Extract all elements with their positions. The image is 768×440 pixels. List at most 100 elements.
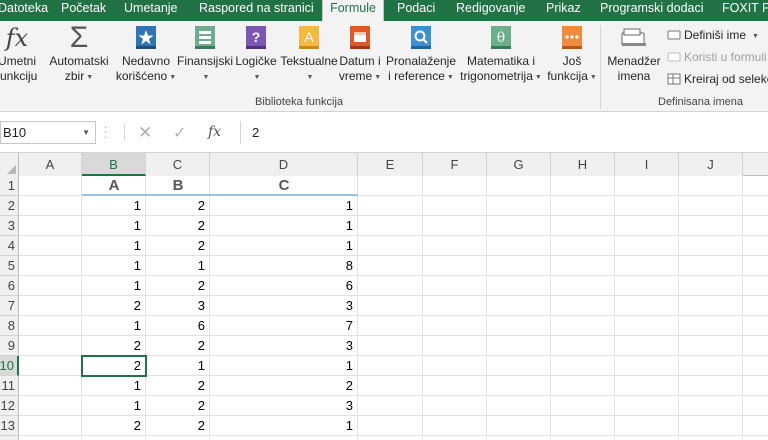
row-header-2[interactable]: 2 [0,196,19,216]
table-cell[interactable]: 2 [146,396,210,416]
tab-programski-dodaci[interactable]: Programski dodaci [600,0,704,21]
table-cell[interactable]: 1 [82,216,146,236]
chevron-down-icon[interactable]: ▼ [82,122,90,143]
name-box[interactable]: B10 ▼ [0,121,96,144]
tab-redigovanje[interactable]: Redigovanje [456,0,526,21]
table-header-cell[interactable]: B [146,176,210,196]
math-trig-button[interactable]: θ Matematika i trigonometrija ▼ [458,25,544,85]
tab-foxit[interactable]: FOXIT PI [722,0,768,21]
table-cell[interactable]: 1 [210,416,358,436]
more-functions-button[interactable]: Još funkcija ▼ [546,25,598,85]
recently-used-button[interactable]: Nedavno korišćeno ▼ [115,25,177,85]
column-header-d[interactable]: D [210,153,358,176]
row-header-7[interactable]: 7 [0,296,19,316]
row-header-5[interactable]: 5 [0,256,19,276]
table-cell[interactable]: 2 [82,416,146,436]
column-header-a[interactable]: A [19,153,82,176]
column-header-j[interactable]: J [679,153,743,176]
tab-datoteka[interactable]: Datoteka [0,0,50,21]
row-header-10[interactable]: 10 [0,356,19,376]
define-name-button[interactable]: Definiši ime ▼ [667,27,759,45]
autosum-button[interactable]: Σ Automatski zbir ▼ [47,23,111,85]
formula-input[interactable]: 2 [240,121,768,144]
math-trig-label: Matematika i [466,54,536,68]
row-header-14[interactable]: 14 [0,436,19,440]
table-cell[interactable]: 1 [82,436,146,440]
table-header-cell[interactable]: C [210,176,358,196]
select-all-corner[interactable] [0,153,19,176]
table-cell[interactable]: 2 [82,296,146,316]
table-cell[interactable]: 3 [146,296,210,316]
table-cell[interactable]: 1 [82,276,146,296]
column-header-e[interactable]: E [358,153,423,176]
resize-handle-icon[interactable]: · · · [104,123,108,143]
table-header-cell[interactable]: A [82,176,146,196]
column-header-g[interactable]: G [487,153,551,176]
table-cell[interactable]: 6 [210,276,358,296]
tab-formule[interactable]: Formule [322,0,384,22]
table-cell[interactable]: 8 [210,256,358,276]
table-cell[interactable]: 1 [82,316,146,336]
row-header-8[interactable]: 8 [0,316,19,336]
insert-function-fx-icon[interactable]: fx [208,124,221,140]
lookup-reference-button[interactable]: Pronalaženje i reference ▼ [384,25,458,85]
table-cell[interactable]: 2 [82,336,146,356]
table-cell[interactable]: 1 [210,236,358,256]
chevron-down-icon: ▼ [374,74,382,81]
table-cell[interactable]: 2 [146,196,210,216]
table-cell[interactable]: 1 [210,356,358,376]
tab-raspored-na-stranici[interactable]: Raspored na stranici [199,0,314,21]
table-cell[interactable]: 2 [146,216,210,236]
tab-prikaz[interactable]: Prikaz [546,0,582,21]
column-header-f[interactable]: F [423,153,487,176]
column-header-c[interactable]: C [146,153,210,176]
financial-button[interactable]: Finansijski ▼ [177,25,233,85]
cancel-icon[interactable]: ✕ [138,123,152,143]
enter-check-icon[interactable]: ✓ [173,123,186,143]
table-cell[interactable]: 2 [146,276,210,296]
row-header-1[interactable]: 1 [0,176,19,196]
spreadsheet-grid[interactable]: ABCDEFGHIJ1ABC21213121412151186126723381… [0,153,768,440]
row-header-6[interactable]: 6 [0,276,19,296]
table-cell[interactable]: 1 [210,436,358,440]
tab-umetanje[interactable]: Umetanje [124,0,180,21]
row-header-13[interactable]: 13 [0,416,19,436]
row-header-12[interactable]: 12 [0,396,19,416]
table-cell[interactable]: 1 [82,196,146,216]
table-cell[interactable]: 3 [210,336,358,356]
table-cell[interactable]: 7 [210,316,358,336]
column-header-b[interactable]: B [82,153,146,176]
row-header-11[interactable]: 11 [0,376,19,396]
table-cell[interactable]: 3 [210,296,358,316]
text-button[interactable]: A Tekstualne ▼ [280,25,338,85]
table-cell[interactable]: 1 [82,256,146,276]
logical-button[interactable]: ? Logičke ▼ [233,25,279,85]
use-in-formula-button[interactable]: Koristi u formuli [667,49,767,65]
table-cell[interactable]: 2 [146,376,210,396]
row-header-9[interactable]: 9 [0,336,19,356]
column-header-i[interactable]: I [615,153,679,176]
insert-function-button[interactable]: fx Umetni funkciju [0,25,38,84]
table-cell[interactable]: 1 [146,256,210,276]
table-cell[interactable]: 1 [82,236,146,256]
table-cell[interactable]: 6 [146,316,210,336]
table-cell[interactable]: 3 [210,396,358,416]
name-manager-button[interactable]: Menadžer imena [604,25,664,84]
tab-podaci[interactable]: Podaci [397,0,437,21]
table-cell[interactable]: 1 [82,396,146,416]
table-cell[interactable]: 1 [82,376,146,396]
column-header-h[interactable]: H [551,153,615,176]
table-cell[interactable]: 2 [146,416,210,436]
table-cell[interactable]: 1 [210,196,358,216]
date-time-button[interactable]: Datum i vreme ▼ [338,25,382,85]
table-cell[interactable]: 2 [146,436,210,440]
table-cell[interactable]: 2 [146,336,210,356]
table-cell[interactable]: 2 [146,236,210,256]
row-header-3[interactable]: 3 [0,216,19,236]
table-cell[interactable]: 1 [146,356,210,376]
create-from-selection-button[interactable]: Kreiraj od selekc [667,71,768,87]
row-header-4[interactable]: 4 [0,236,19,256]
table-cell[interactable]: 2 [210,376,358,396]
table-cell[interactable]: 1 [210,216,358,236]
tab-pocetak[interactable]: Početak [61,0,107,21]
